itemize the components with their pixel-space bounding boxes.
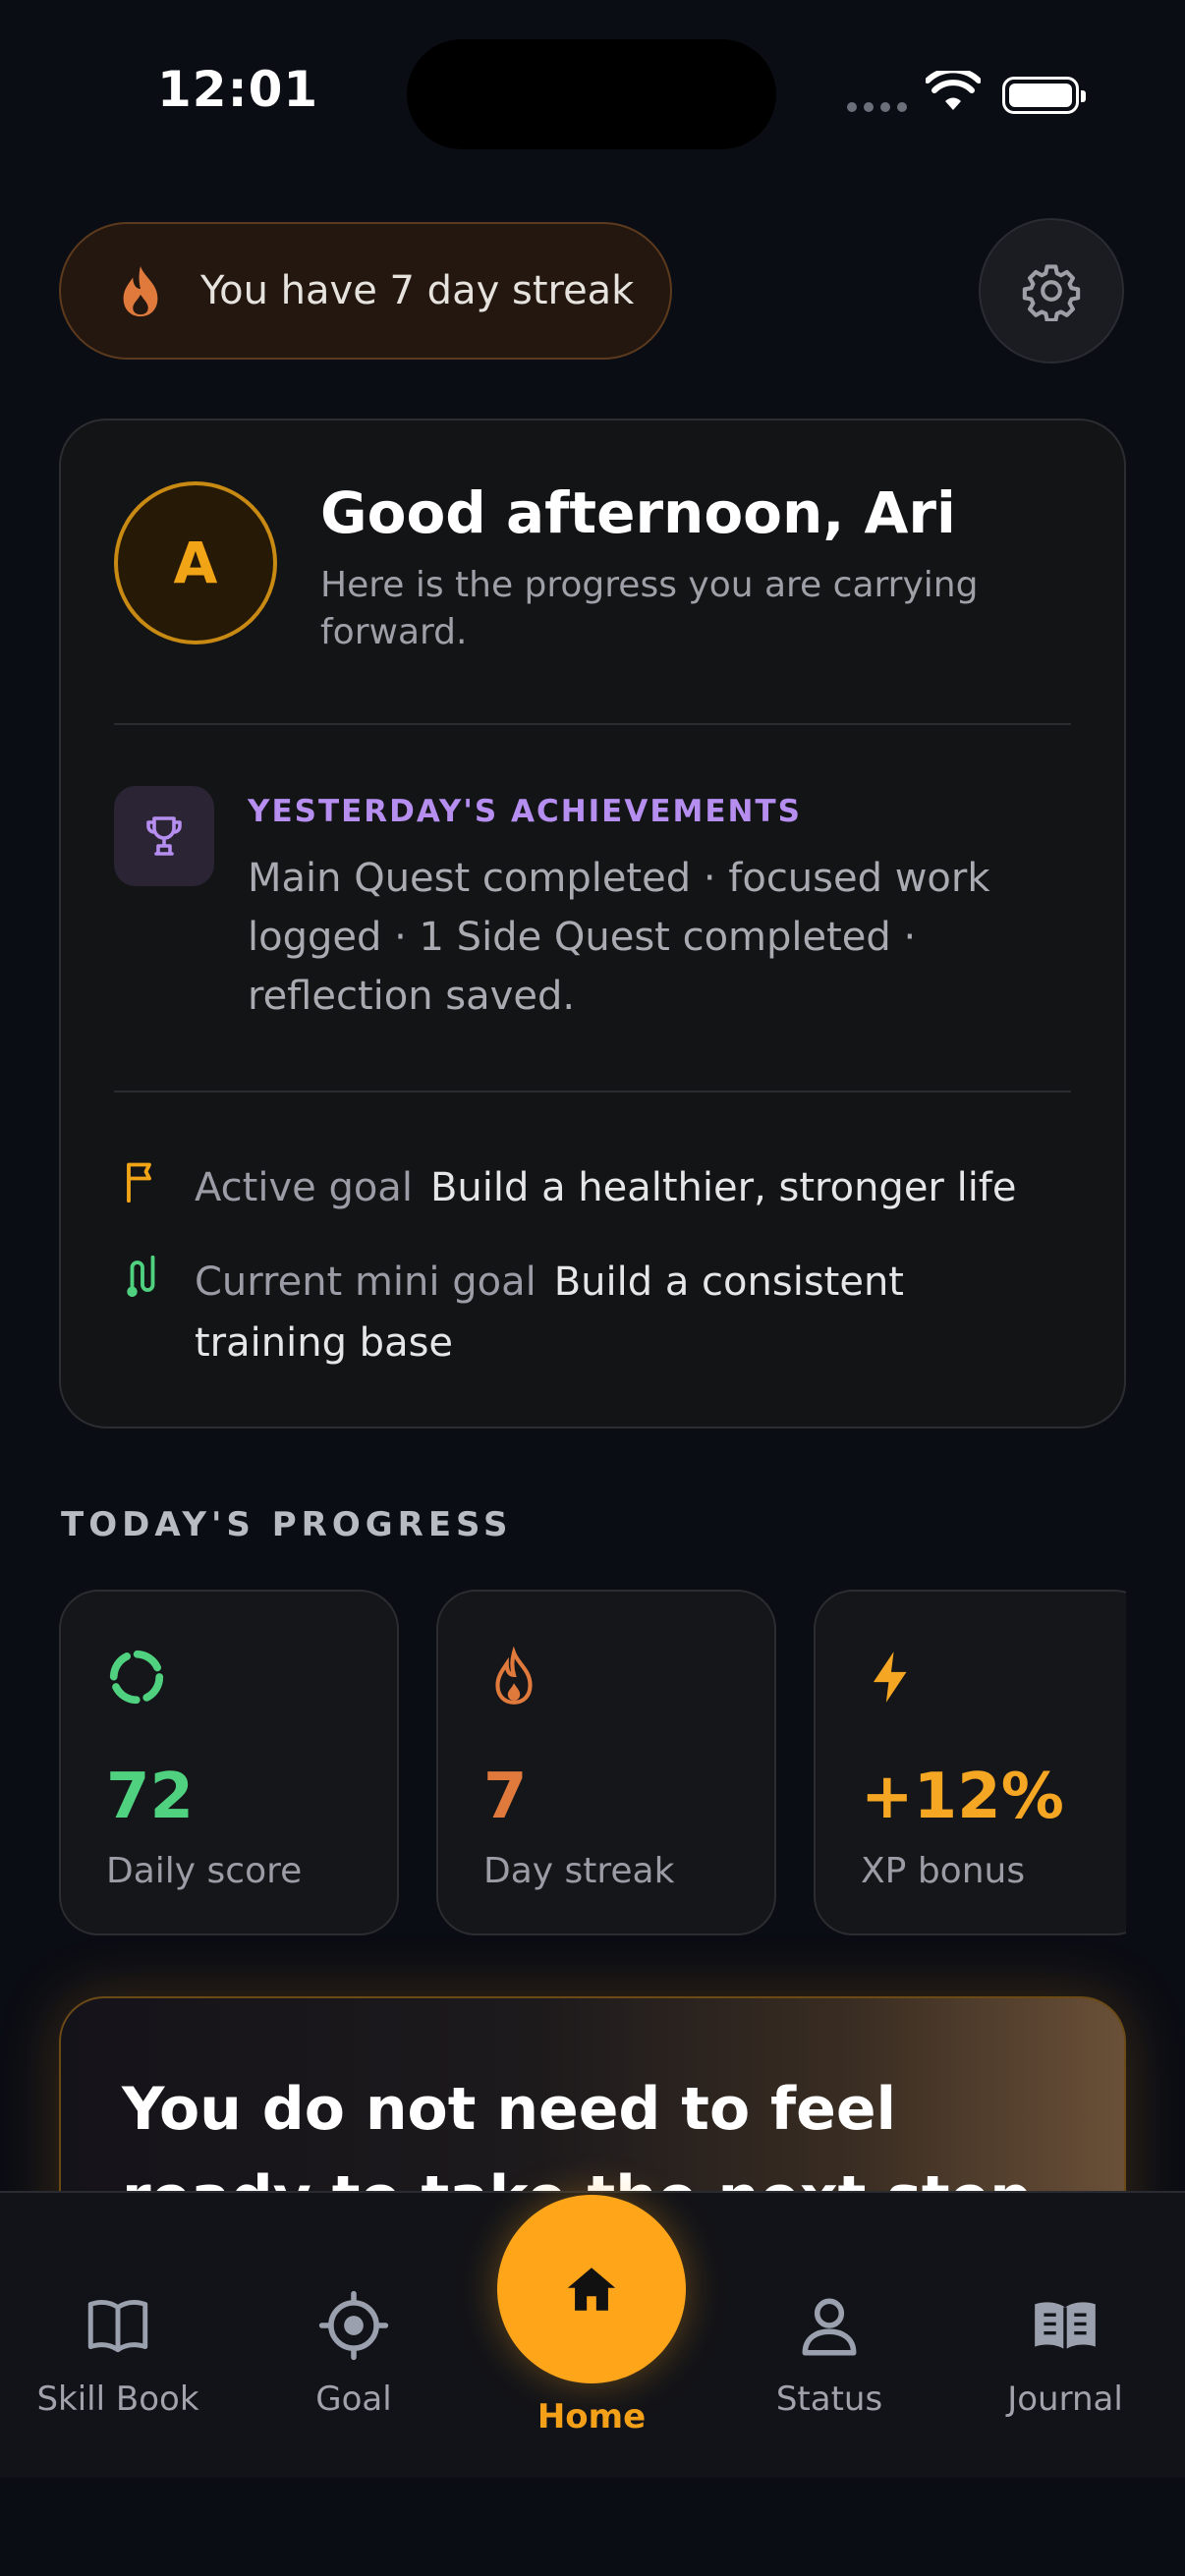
settings-button[interactable] <box>979 218 1124 364</box>
stat-card-day-streak[interactable]: 7 Day streak <box>436 1590 776 1935</box>
achievements-body: Main Quest completed · focused work logg… <box>248 856 990 1019</box>
nav-journal[interactable]: Journal <box>967 2289 1163 2419</box>
flame-icon <box>495 1647 533 1705</box>
avatar[interactable]: A <box>114 481 277 644</box>
journal-icon <box>1035 2302 1096 2350</box>
stat-card-clip: +12% XP bonus <box>814 1590 1126 1935</box>
dynamic-island <box>407 39 776 149</box>
nav-label: Status <box>775 2380 883 2419</box>
wifi-icon <box>926 71 981 110</box>
mini-goal-label: Current mini goal <box>195 1260 536 1305</box>
nav-skill-book[interactable]: Skill Book <box>20 2289 216 2419</box>
home-icon <box>567 2268 616 2311</box>
greeting-title: Good afternoon, Ari <box>320 479 956 546</box>
nav-label: Skill Book <box>36 2380 199 2419</box>
target-icon <box>318 2290 389 2361</box>
stat-label: XP bonus <box>861 1851 1026 1891</box>
divider <box>114 723 1071 725</box>
route-icon <box>127 1255 155 1298</box>
lightning-icon <box>873 1652 907 1703</box>
divider <box>114 1091 1071 1092</box>
stat-value: 7 <box>483 1761 528 1833</box>
active-goal-value: Build a healthier, stronger life <box>429 1165 1017 1210</box>
nav-label: Goal <box>315 2380 392 2419</box>
circle-progress-icon <box>109 1650 164 1705</box>
trophy-badge <box>114 786 214 886</box>
active-goal-row[interactable]: Active goal Build a healthier, stronger l… <box>122 1157 1059 1218</box>
flag-icon <box>127 1162 151 1204</box>
flame-icon <box>123 265 158 317</box>
stat-label: Daily score <box>106 1851 303 1891</box>
trophy-icon <box>146 816 182 856</box>
stat-value: +12% <box>861 1761 1064 1833</box>
active-goal-label: Active goal <box>195 1165 413 1210</box>
stat-value: 72 <box>106 1761 195 1833</box>
nav-goal[interactable]: Goal <box>255 2289 452 2419</box>
stat-label: Day streak <box>483 1851 675 1891</box>
gear-icon <box>1022 264 1081 321</box>
nav-home-button[interactable] <box>497 2195 686 2383</box>
streak-pill[interactable]: You have 7 day streak <box>59 222 672 360</box>
nav-label: Journal <box>1007 2380 1123 2419</box>
nav-home-label: Home <box>536 2397 647 2436</box>
progress-section-title: TODAY'S PROGRESS <box>61 1505 513 1544</box>
mini-goal-row[interactable]: Current mini goal Build a consistent trai… <box>122 1252 1059 1373</box>
greeting-subtitle: Here is the progress you are carrying fo… <box>320 565 979 652</box>
battery-icon <box>1002 77 1086 114</box>
streak-text: You have 7 day streak <box>200 268 635 313</box>
cellular-signal-icon <box>847 102 907 112</box>
status-time: 12:01 <box>157 61 319 118</box>
stat-card-xp-bonus[interactable]: +12% XP bonus <box>814 1590 1126 1935</box>
achievements-title: YESTERDAY'S ACHIEVEMENTS <box>248 794 802 829</box>
stat-card-daily-score[interactable]: 72 Daily score <box>59 1590 399 1935</box>
person-icon <box>802 2298 857 2356</box>
nav-status[interactable]: Status <box>731 2289 928 2419</box>
open-book-icon <box>87 2299 148 2353</box>
